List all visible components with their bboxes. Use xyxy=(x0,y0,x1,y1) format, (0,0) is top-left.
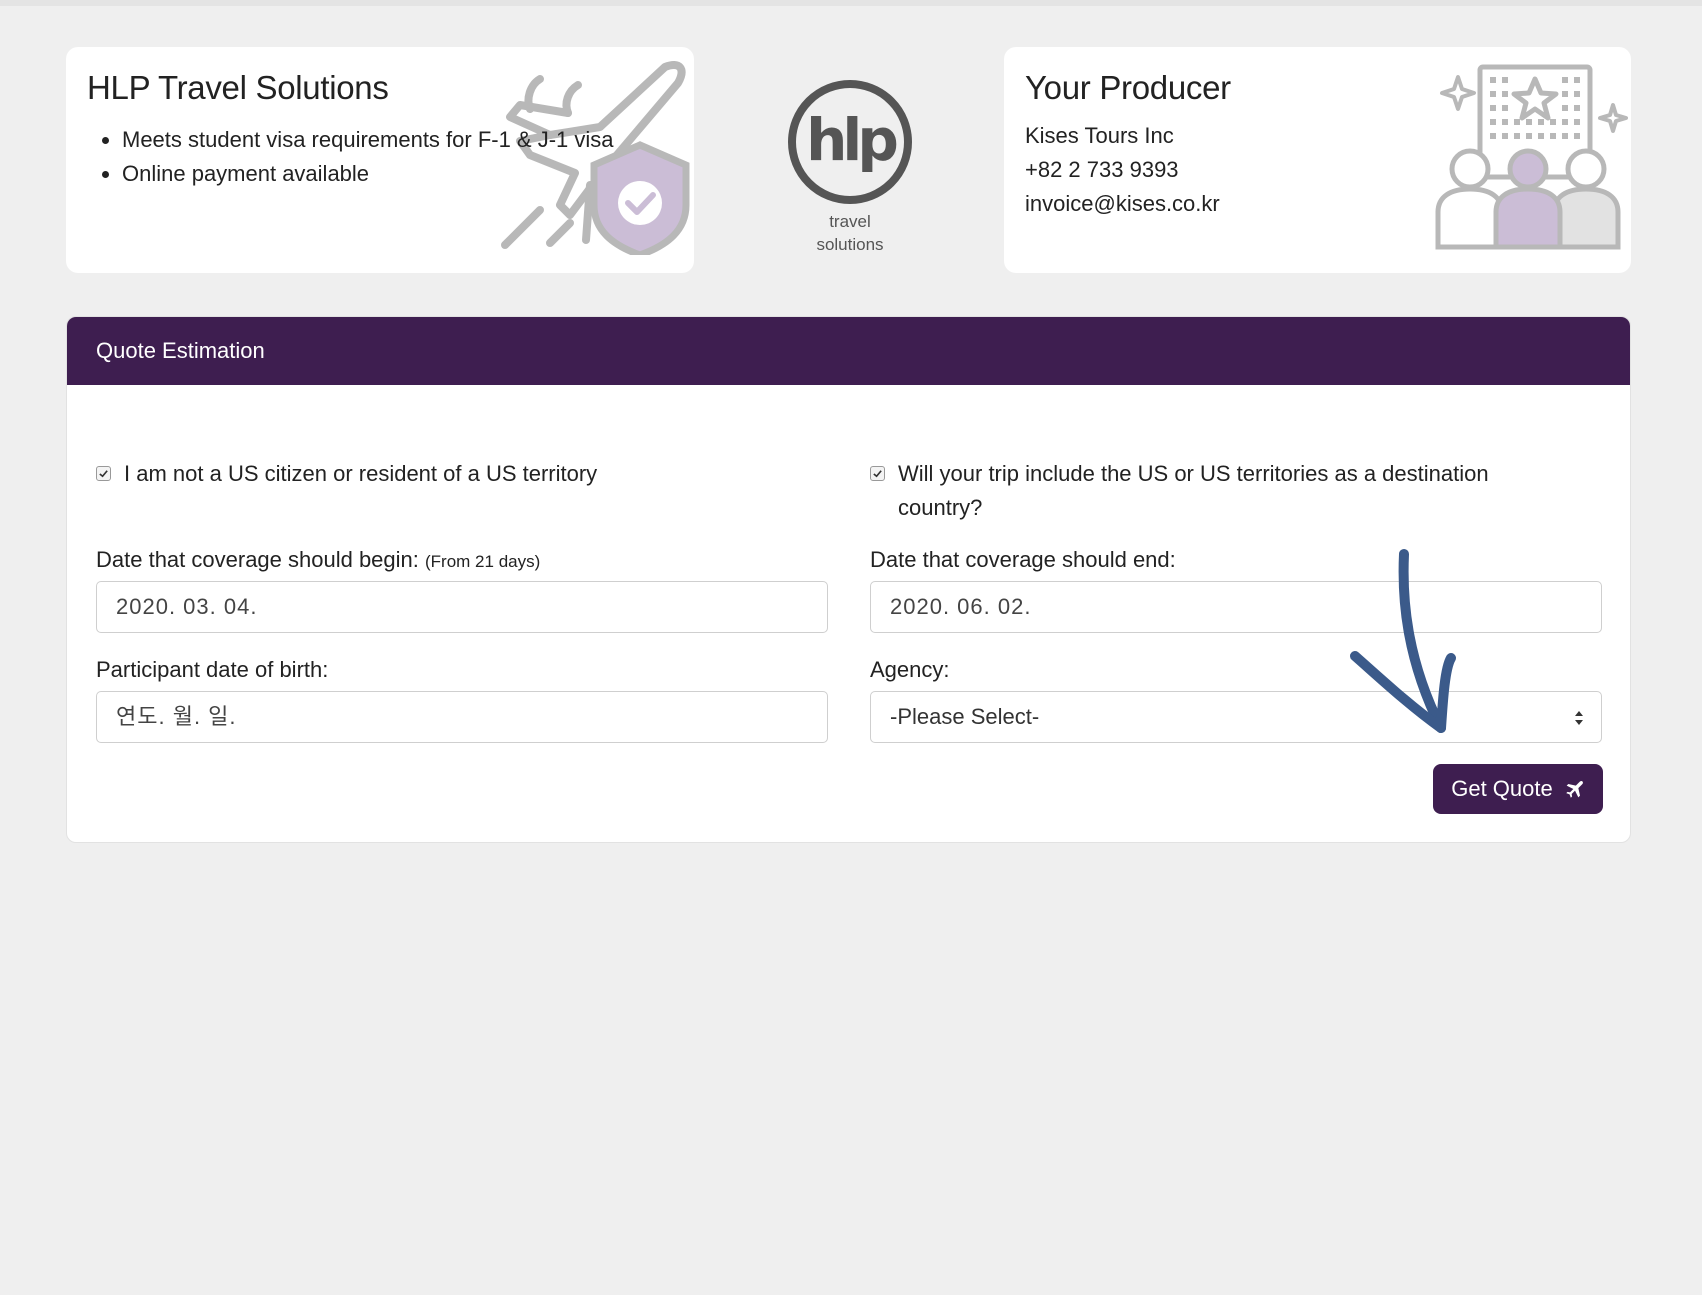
agency-label: Agency: xyxy=(870,657,950,682)
logo-mark-text: hlp xyxy=(806,106,896,174)
coverage-begin-date-input[interactable]: 2020. 03. 04. xyxy=(96,581,828,633)
quote-panel-header: Quote Estimation xyxy=(67,317,1630,385)
coverage-end-date-input[interactable]: 2020. 06. 02. xyxy=(870,581,1602,633)
logo-text: travel solutions xyxy=(775,210,925,256)
checkmark-icon xyxy=(873,470,882,478)
hotel-staff-icon xyxy=(1435,64,1628,250)
not-us-citizen-label: I am not a US citizen or resident of a U… xyxy=(124,461,598,486)
hlp-logo-mark: hlp xyxy=(788,80,912,204)
checkmark-icon xyxy=(99,470,108,478)
hlp-logo: hlp travel solutions xyxy=(775,70,925,260)
agency-select[interactable]: -Please Select- xyxy=(870,691,1602,743)
logo-text-travel: travel xyxy=(829,212,871,231)
get-quote-button[interactable]: Get Quote xyxy=(1433,764,1603,814)
coverage-begin-label-text: Date that coverage should begin: xyxy=(96,547,419,572)
birth-date-input[interactable]: 연도. 월. 일. xyxy=(96,691,828,743)
us-destination-checkbox[interactable] xyxy=(870,466,885,481)
producer-company: Kises Tours Inc xyxy=(1025,123,1174,148)
producer-phone: +82 2 733 9393 xyxy=(1025,157,1179,182)
select-arrows-icon xyxy=(1575,711,1583,725)
agency-selected-value: -Please Select- xyxy=(890,704,1040,729)
producer-details: Kises Tours Inc +82 2 733 9393 invoice@k… xyxy=(1025,119,1220,221)
info-bullet-list: Meets student visa requirements for F-1 … xyxy=(122,123,614,191)
logo-text-solutions: solutions xyxy=(816,235,884,254)
not-us-citizen-checkbox-row[interactable]: I am not a US citizen or resident of a U… xyxy=(96,457,828,491)
producer-card-title: Your Producer xyxy=(1025,69,1231,106)
quote-estimation-panel: Quote Estimation I am not a US citizen o… xyxy=(66,316,1631,843)
coverage-begin-label: Date that coverage should begin: (From 2… xyxy=(96,547,540,573)
coverage-end-label: Date that coverage should end: xyxy=(870,547,1176,572)
us-destination-label: Will your trip include the US or US terr… xyxy=(898,461,1489,520)
airplane-icon xyxy=(1566,781,1583,798)
get-quote-label: Get Quote xyxy=(1451,776,1553,801)
not-us-citizen-checkbox[interactable] xyxy=(96,466,111,481)
producer-email: invoice@kises.co.kr xyxy=(1025,191,1220,216)
us-destination-checkbox-row[interactable]: Will your trip include the US or US terr… xyxy=(870,457,1520,525)
info-card-title: HLP Travel Solutions xyxy=(87,69,389,106)
info-bullet-visa: Meets student visa requirements for F-1 … xyxy=(122,123,614,157)
birth-date-label: Participant date of birth: xyxy=(96,657,329,682)
info-bullet-payment: Online payment available xyxy=(122,157,614,191)
info-card: HLP Travel Solutions Meets student visa … xyxy=(66,47,694,273)
top-bar xyxy=(0,0,1702,6)
producer-card: Your Producer Kises Tours Inc +82 2 733 … xyxy=(1004,47,1631,273)
coverage-begin-hint: (From 21 days) xyxy=(425,552,541,571)
